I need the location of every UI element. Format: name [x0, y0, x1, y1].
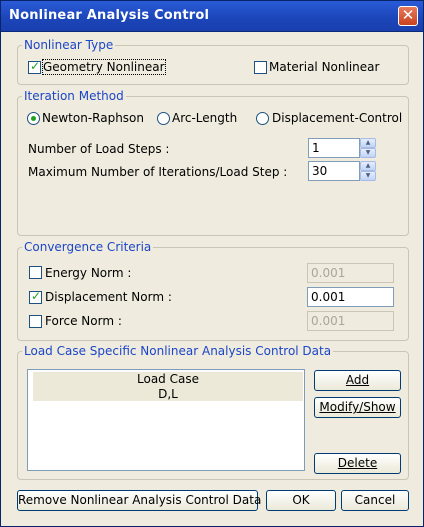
remove-control-data-button[interactable]: Remove Nonlinear Analysis Control Data: [17, 490, 262, 511]
geometry-nonlinear-checkbox[interactable]: ✓: [28, 59, 41, 74]
displacement-control-radio[interactable]: [256, 112, 269, 125]
max-iterations-label: Maximum Number of Iterations/Load Step :: [28, 165, 288, 179]
load-case-column-header[interactable]: Load Case: [33, 372, 303, 388]
force-norm-input: 0.001: [307, 311, 394, 331]
geometry-nonlinear-label[interactable]: Geometry Nonlinear: [42, 59, 166, 75]
close-icon: ✕: [401, 6, 415, 24]
load-steps-input[interactable]: 1: [308, 138, 360, 158]
load-case-specific-legend: Load Case Specific Nonlinear Analysis Co…: [22, 344, 334, 358]
ok-button[interactable]: OK: [266, 490, 336, 511]
arc-length-label[interactable]: Arc-Length: [172, 111, 237, 125]
dialog-window: Nonlinear Analysis Control ✕ Nonlinear T…: [0, 0, 424, 527]
close-button[interactable]: ✕: [398, 6, 418, 26]
max-iterations-input[interactable]: 30: [308, 161, 360, 181]
load-steps-label: Number of Load Steps :: [28, 142, 170, 156]
remove-control-data-label: Remove Nonlinear Analysis Control Data: [18, 493, 262, 507]
ok-button-label: OK: [292, 493, 310, 507]
force-norm-label[interactable]: Force Norm :: [45, 314, 122, 328]
title-bar[interactable]: Nonlinear Analysis Control ✕: [1, 1, 423, 32]
spin-up-icon[interactable]: ▲: [360, 138, 376, 148]
displacement-control-label[interactable]: Displacement-Control: [272, 111, 402, 125]
max-iterations-spinner[interactable]: ▲ ▼: [360, 161, 376, 181]
convergence-criteria-legend: Convergence Criteria: [22, 240, 154, 254]
newton-raphson-label[interactable]: Newton-Raphson: [42, 111, 144, 125]
energy-norm-input: 0.001: [307, 263, 394, 283]
modify-show-button-label: Modify/Show: [319, 400, 396, 414]
delete-button-label: Delete: [337, 456, 378, 470]
check-icon: ✓: [31, 289, 42, 303]
spin-down-icon[interactable]: ▼: [360, 171, 376, 181]
nonlinear-type-legend: Nonlinear Type: [22, 38, 116, 52]
energy-norm-checkbox[interactable]: [29, 266, 42, 279]
energy-norm-label[interactable]: Energy Norm :: [45, 266, 131, 280]
material-nonlinear-checkbox[interactable]: [254, 61, 267, 74]
displacement-norm-checkbox[interactable]: ✓: [29, 289, 42, 304]
add-button-label: Add: [345, 373, 370, 387]
load-case-table[interactable]: Load Case D,L: [27, 369, 305, 471]
load-steps-spinner[interactable]: ▲ ▼: [360, 138, 376, 158]
add-button[interactable]: Add: [314, 370, 401, 391]
force-norm-checkbox[interactable]: [29, 315, 42, 328]
arc-length-radio[interactable]: [157, 112, 170, 125]
table-row[interactable]: D,L: [33, 387, 303, 401]
modify-show-button[interactable]: Modify/Show: [314, 397, 401, 418]
material-nonlinear-label[interactable]: Material Nonlinear: [269, 60, 379, 74]
delete-button[interactable]: Delete: [314, 453, 401, 474]
displacement-norm-label[interactable]: Displacement Norm :: [45, 290, 172, 304]
radio-dot-icon: [31, 116, 36, 121]
newton-raphson-radio[interactable]: [27, 112, 40, 125]
cancel-button-label: Cancel: [354, 493, 396, 507]
cancel-button[interactable]: Cancel: [341, 490, 409, 511]
spin-down-icon[interactable]: ▼: [360, 148, 376, 158]
window-title: Nonlinear Analysis Control: [9, 8, 210, 23]
displacement-norm-input[interactable]: 0.001: [307, 287, 394, 307]
iteration-method-legend: Iteration Method: [22, 89, 126, 103]
spin-up-icon[interactable]: ▲: [360, 161, 376, 171]
check-icon: ✓: [30, 59, 41, 73]
